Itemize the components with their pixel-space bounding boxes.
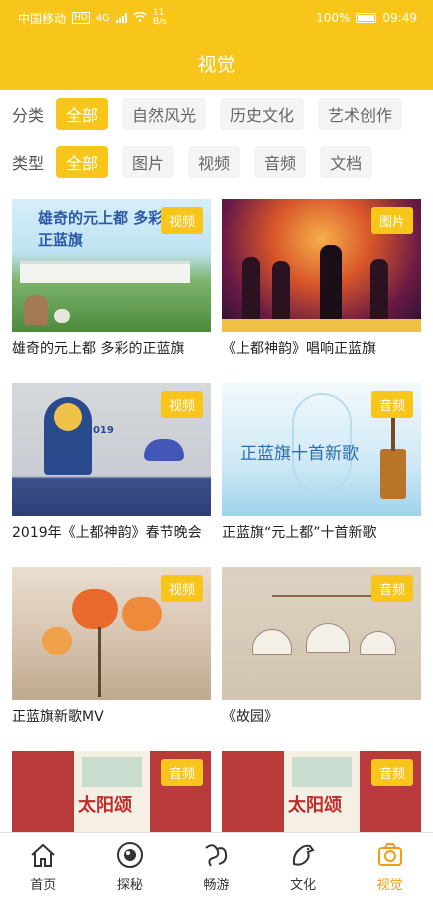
media-thumbnail[interactable]: 雄奇的元上都 多彩的正蓝旗 视频 [12, 199, 211, 332]
clock: 09:49 [382, 11, 417, 25]
page-header: 视觉 [0, 36, 433, 90]
type-chip-video[interactable]: 视频 [188, 146, 241, 178]
tab-explore[interactable]: 探秘 [87, 833, 174, 900]
media-thumbnail[interactable]: 正蓝旗十首新歌 音频 [222, 383, 421, 516]
wifi-icon [133, 11, 147, 25]
type-chip-all[interactable]: 全部 [56, 146, 109, 178]
category-filter-label: 分类 [12, 106, 45, 125]
media-title: 正蓝旗新歌MV [12, 709, 104, 725]
media-type-badge: 音频 [370, 759, 413, 786]
carrier-label: 中国移动 [18, 11, 67, 26]
thumbnail-caption: 太阳颂 [288, 795, 342, 816]
thumbnail-caption: 太阳颂 [78, 795, 132, 816]
bottom-tab-bar: 首页 探秘 畅游 文化 视觉 [0, 832, 433, 900]
tab-label: 视觉 [376, 878, 403, 893]
hd-label: HD [72, 12, 90, 24]
type-chip-audio[interactable]: 音频 [254, 146, 307, 178]
media-title: 正蓝旗“元上都”十首新歌 [222, 525, 377, 541]
thumbnail-caption: 正蓝旗十首新歌 [240, 444, 359, 464]
media-type-badge: 音频 [370, 391, 413, 418]
media-thumbnail[interactable]: 太阳颂 音频 [12, 751, 211, 832]
category-chip-nature[interactable]: 自然风光 [122, 98, 207, 130]
type-filter-row: 类型 全部 图片 视频 音频 文档 [0, 144, 433, 180]
tab-home[interactable]: 首页 [0, 833, 87, 900]
media-title: 《上都神韵》唱响正蓝旗 [222, 341, 376, 357]
media-card[interactable]: 雄奇的元上都 多彩的正蓝旗 视频 雄奇的元上都 多彩的正蓝旗 [12, 199, 211, 376]
battery-icon [356, 13, 377, 23]
tab-visual[interactable]: 视觉 [346, 833, 433, 900]
tab-label: 首页 [30, 878, 57, 893]
category-chip-all[interactable]: 全部 [56, 98, 109, 130]
category-filter-row: 分类 全部 自然风光 历史文化 艺术创作 [0, 96, 433, 132]
type-filter-label: 类型 [12, 154, 45, 173]
page-title: 视觉 [197, 53, 236, 76]
media-card[interactable]: 图片 《上都神韵》唱响正蓝旗 [222, 199, 421, 376]
camera-icon [377, 843, 402, 866]
media-type-badge: 图片 [370, 207, 413, 234]
type-chip-document[interactable]: 文档 [320, 146, 373, 178]
category-chip-art[interactable]: 艺术创作 [318, 98, 403, 130]
thumbnail-caption: 2019 [86, 425, 114, 436]
media-card[interactable]: 太阳颂 音频 [12, 751, 211, 832]
battery-label: 100% [316, 11, 351, 25]
media-card[interactable]: 正蓝旗十首新歌 音频 正蓝旗“元上都”十首新歌 [222, 383, 421, 560]
filter-panel: 分类 全部 自然风光 历史文化 艺术创作 类型 全部 图片 视频 音频 文档 [0, 90, 433, 190]
category-chip-history[interactable]: 历史文化 [220, 98, 305, 130]
status-bar: 中国移动 HD 4G 11 B/s 100% 09:49 [0, 0, 433, 36]
horse-icon [292, 844, 315, 866]
media-thumbnail[interactable]: 2019 视频 [12, 383, 211, 516]
tab-travel[interactable]: 畅游 [173, 833, 260, 900]
media-thumbnail[interactable]: 太阳颂 音频 [222, 751, 421, 832]
media-type-badge: 视频 [160, 207, 203, 234]
home-icon [31, 843, 55, 867]
speed-label: 11 B/s [152, 8, 167, 27]
media-thumbnail[interactable]: 音频 [222, 567, 421, 700]
media-card[interactable]: 2019 视频 2019年《上都神韵》春节晚会 [12, 383, 211, 560]
media-title: 《故园》 [222, 709, 278, 725]
eye-icon [116, 842, 143, 868]
media-title: 雄奇的元上都 多彩的正蓝旗 [12, 341, 185, 357]
media-thumbnail[interactable]: 图片 [222, 199, 421, 332]
media-card[interactable]: 太阳颂 音频 [222, 751, 421, 832]
tab-label: 探秘 [116, 878, 143, 893]
type-chip-image[interactable]: 图片 [122, 146, 175, 178]
signal-icon [115, 13, 127, 23]
tab-culture[interactable]: 文化 [260, 833, 347, 900]
tab-label: 文化 [290, 878, 317, 893]
media-type-badge: 视频 [160, 575, 203, 602]
media-grid: 雄奇的元上都 多彩的正蓝旗 视频 雄奇的元上都 多彩的正蓝旗 图片 《上都神韵》… [0, 190, 433, 832]
media-card[interactable]: 视频 正蓝旗新歌MV [12, 567, 211, 744]
media-type-badge: 视频 [160, 391, 203, 418]
tab-label: 畅游 [203, 878, 230, 893]
media-type-badge: 音频 [370, 575, 413, 602]
dragon-icon [205, 844, 228, 867]
media-title: 2019年《上都神韵》春节晚会 [12, 525, 202, 541]
media-type-badge: 音频 [160, 759, 203, 786]
media-thumbnail[interactable]: 视频 [12, 567, 211, 700]
network-label: 4G [95, 12, 110, 24]
media-card[interactable]: 音频 《故园》 [222, 567, 421, 744]
